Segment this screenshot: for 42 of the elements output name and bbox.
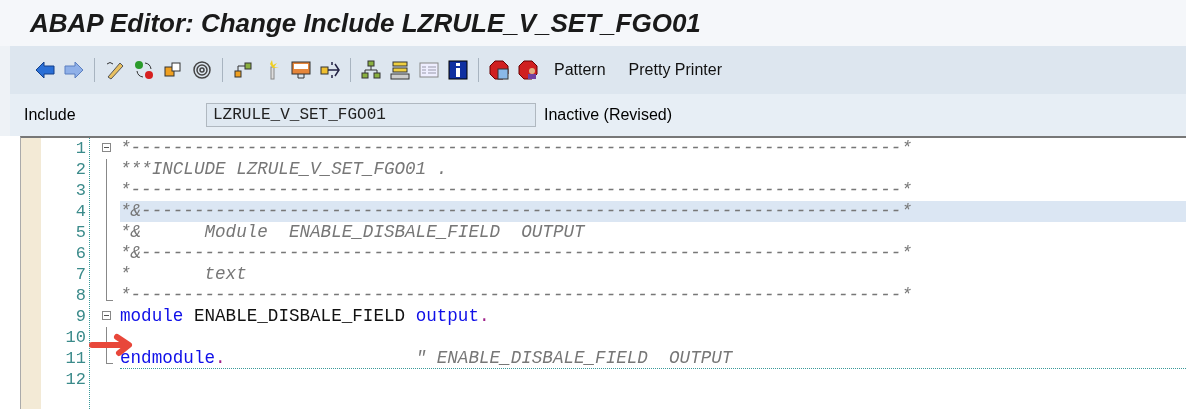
toolbar-button[interactable]: Pretty Printer <box>620 57 730 83</box>
stack-icon[interactable] <box>389 59 411 81</box>
line-number: 5 <box>74 222 87 243</box>
code-line: *-------------------------------------------------------------------------* <box>120 138 913 159</box>
code-line: *& Module ENABLE_DISBALE_FIELD OUTPUT <box>120 222 587 243</box>
code-line: ***INCLUDE LZRULE_V_SET_FGO01 . <box>120 159 449 180</box>
line-number: 4 <box>74 201 87 222</box>
hierarchy-icon[interactable] <box>232 59 254 81</box>
switch-icon[interactable] <box>133 59 155 81</box>
pencil-icon[interactable] <box>104 59 126 81</box>
line-number: 1 <box>74 138 87 159</box>
tree-icon[interactable] <box>360 59 382 81</box>
code-line: * text <box>120 264 248 285</box>
info-icon[interactable] <box>447 59 469 81</box>
line-number: 6 <box>74 243 87 264</box>
collapse-icon[interactable] <box>102 143 111 152</box>
code-line: module ENABLE_DISBALE_FIELD output. <box>120 306 491 327</box>
line-number: 12 <box>64 369 87 390</box>
screen-icon[interactable] <box>290 59 312 81</box>
code-line: *-------------------------------------------------------------------------* <box>120 180 913 201</box>
line-number: 8 <box>74 285 87 306</box>
code-line: *-------------------------------------------------------------------------* <box>120 285 913 306</box>
back-arrow-icon[interactable] <box>34 59 56 81</box>
status-text: Inactive (Revised) <box>544 106 673 124</box>
forward-arrow-icon[interactable] <box>63 59 85 81</box>
window-title: ABAP Editor: Change Include LZRULE_V_SET_FGO01 <box>30 7 701 39</box>
stop-user-icon[interactable] <box>517 59 539 81</box>
include-field[interactable]: LZRULE_V_SET_FGO01 <box>206 103 536 127</box>
line-number: 9 <box>74 306 87 327</box>
arrows-icon[interactable] <box>319 59 341 81</box>
collapse-icon[interactable] <box>102 311 111 320</box>
code-line: endmodule. " ENABLE_DISBALE_FIELD OUTPUT <box>120 348 1186 369</box>
spiral-icon[interactable] <box>191 59 213 81</box>
line-number: 10 <box>64 327 87 348</box>
code-line: *&------------------------------------------------------------------------* <box>120 243 913 264</box>
line-number: 2 <box>74 159 87 180</box>
toolbar-button[interactable]: Pattern <box>546 57 614 83</box>
line-number: 7 <box>74 264 87 285</box>
line-number: 11 <box>64 348 87 369</box>
stop-sign-icon[interactable] <box>488 59 510 81</box>
line-number: 3 <box>74 180 87 201</box>
include-label: Include <box>23 106 77 124</box>
